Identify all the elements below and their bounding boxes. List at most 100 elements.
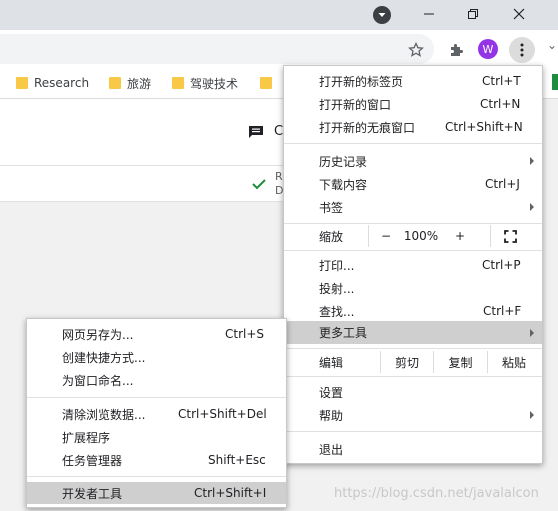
menu-shortcut: Ctrl+Shift+N (445, 120, 523, 134)
menu-shortcut: Ctrl+Shift+Del (178, 407, 267, 421)
menu-label: 打开新的无痕窗口 (319, 120, 416, 135)
menu-label: 创建快捷方式... (62, 350, 146, 365)
menu-item-cast[interactable]: 投射... (284, 277, 542, 299)
menu-shortcut: Ctrl+N (480, 97, 521, 111)
bookmark-research[interactable]: Research (16, 75, 89, 91)
bookmark-travel[interactable]: 旅游 (109, 75, 151, 91)
restore-icon (468, 9, 478, 19)
status-text-1: R (275, 170, 283, 183)
menu-separator (284, 143, 542, 144)
folder-icon (109, 77, 121, 89)
tab-search-icon[interactable] (373, 6, 391, 24)
menu-label: 历史记录 (319, 154, 368, 169)
menu-separator (27, 476, 286, 477)
address-bar[interactable] (0, 34, 434, 64)
extensions-icon[interactable] (445, 39, 467, 61)
menu-item-settings[interactable]: 设置 (284, 381, 542, 403)
menu-item-new-tab[interactable]: 打开新的标签页 Ctrl+T (284, 70, 542, 92)
comment-icon[interactable] (248, 125, 264, 139)
menu-label: 为窗口命名... (62, 373, 134, 388)
menu-shortcut: Ctrl+J (485, 177, 520, 191)
chrome-menu-button[interactable] (509, 37, 535, 63)
menu-shortcut: Shift+Esc (208, 453, 266, 467)
zoom-in-button[interactable]: + (450, 225, 470, 247)
menu-label: 查找... (319, 304, 355, 319)
menu-item-exit[interactable]: 退出 (284, 438, 542, 460)
menu-label: 缩放 (319, 229, 344, 244)
title-bar (0, 0, 558, 30)
folder-icon (16, 77, 28, 89)
submenu-arrow-icon (530, 411, 534, 419)
menu-item-bookmarks[interactable]: 书签 (284, 196, 542, 218)
bookmark-label: 旅游 (127, 76, 152, 91)
menu-label: 投射... (319, 281, 355, 296)
menu-item-new-window[interactable]: 打开新的窗口 Ctrl+N (284, 93, 542, 115)
menu-shortcut: Ctrl+T (482, 74, 521, 88)
fullscreen-button[interactable] (499, 225, 521, 247)
zoom-level: 100% (403, 229, 439, 243)
menu-label: 更多工具 (319, 326, 368, 340)
menu-label: 帮助 (319, 408, 344, 423)
submenu-arrow-icon (530, 203, 534, 211)
submenu-item-task-manager[interactable]: 任务管理器 Shift+Esc (27, 449, 286, 471)
menu-item-find[interactable]: 查找... Ctrl+F (284, 300, 542, 322)
menu-separator (284, 223, 542, 224)
chrome-main-menu: 打开新的标签页 Ctrl+T 打开新的窗口 Ctrl+N 打开新的无痕窗口 Ct… (283, 65, 543, 464)
menu-item-help[interactable]: 帮助 (284, 404, 542, 426)
menu-item-incognito[interactable]: 打开新的无痕窗口 Ctrl+Shift+N (284, 116, 542, 138)
bookmark-more[interactable] (260, 75, 272, 91)
page-subheader: R D (0, 166, 300, 202)
minimize-button[interactable] (406, 0, 452, 28)
menu-label: 扩展程序 (62, 430, 111, 445)
menu-shortcut: Ctrl+S (225, 327, 265, 341)
more-tools-submenu: 网页另存为... Ctrl+S 创建快捷方式... 为窗口命名... 清除浏览数… (26, 318, 287, 508)
submenu-item-extensions[interactable]: 扩展程序 (27, 426, 286, 448)
menu-label: 编辑 (319, 355, 344, 370)
fullscreen-icon (503, 229, 517, 243)
menu-separator (284, 431, 542, 432)
close-icon (513, 8, 525, 20)
cut-button[interactable]: 剪切 (381, 351, 433, 373)
paste-button[interactable]: 粘贴 (488, 351, 540, 373)
check-icon (252, 179, 266, 190)
menu-label: 网页另存为... (62, 327, 134, 342)
copy-button[interactable]: 复制 (434, 351, 487, 373)
menu-label: 书签 (319, 200, 344, 215)
submenu-item-clear-data[interactable]: 清除浏览数据... Ctrl+Shift+Del (27, 403, 286, 425)
header-text: C (274, 124, 284, 139)
restore-button[interactable] (450, 0, 496, 28)
menu-label: 开发者工具 (62, 486, 123, 501)
folder-icon (172, 77, 184, 89)
more-vert-icon (520, 43, 524, 57)
menu-label: 任务管理器 (62, 453, 123, 468)
zoom-out-button[interactable]: − (376, 225, 396, 247)
bookmark-green-edge (552, 74, 558, 90)
submenu-item-create-shortcut[interactable]: 创建快捷方式... (27, 346, 286, 368)
menu-item-more-tools[interactable]: 更多工具 (284, 321, 542, 344)
minimize-icon (424, 13, 434, 15)
close-window-button[interactable] (496, 0, 542, 28)
bookmark-label: Research (34, 76, 90, 90)
folder-icon (260, 77, 272, 89)
submenu-arrow-icon (530, 157, 534, 165)
submenu-item-save-page[interactable]: 网页另存为... Ctrl+S (27, 323, 286, 345)
menu-item-downloads[interactable]: 下载内容 Ctrl+J (284, 173, 542, 195)
bookmark-driving[interactable]: 驾驶技术 (172, 75, 238, 91)
menu-item-print[interactable]: 打印... Ctrl+P (284, 254, 542, 276)
submenu-item-name-window[interactable]: 为窗口命名... (27, 369, 286, 391)
bookmark-star-icon[interactable] (405, 39, 427, 61)
avatar[interactable]: W (478, 39, 498, 59)
toolbar (0, 30, 558, 68)
submenu-item-dev-tools[interactable]: 开发者工具 Ctrl+Shift+I (27, 482, 286, 504)
menu-shortcut: Ctrl+F (483, 304, 522, 318)
zoom-divider (368, 225, 369, 247)
menu-separator (284, 348, 542, 349)
menu-label: 退出 (319, 442, 344, 457)
menu-separator (27, 397, 286, 398)
menu-label: 打开新的窗口 (319, 97, 392, 112)
bookmark-label: 驾驶技术 (190, 76, 239, 91)
zoom-divider (490, 225, 491, 247)
submenu-arrow-icon (530, 328, 534, 337)
menu-label: 设置 (319, 385, 344, 400)
menu-item-history[interactable]: 历史记录 (284, 150, 542, 172)
